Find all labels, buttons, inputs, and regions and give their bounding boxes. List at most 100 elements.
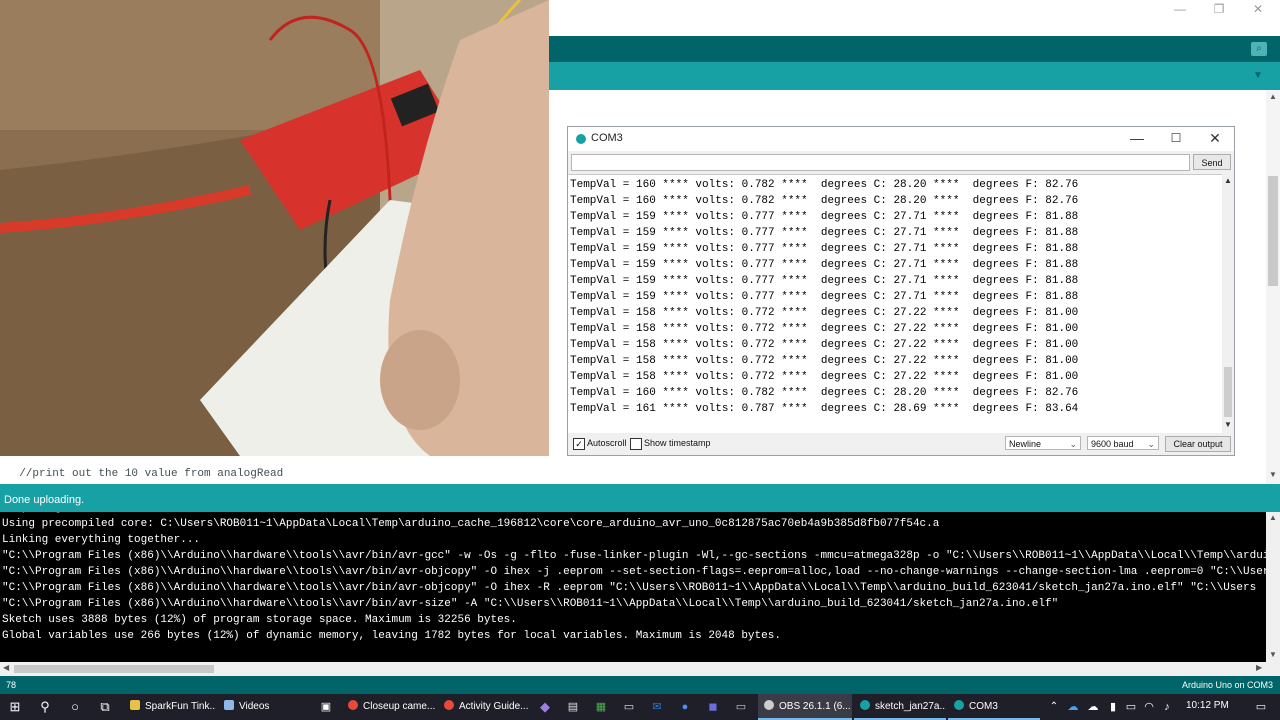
cortana-icon[interactable]: ○	[62, 694, 88, 720]
taskbar-item-sparkfun[interactable]: SparkFun Tink...	[124, 694, 216, 720]
editor-scrollbar[interactable]: ▲ ▼	[1266, 90, 1280, 484]
taskbar-item-label: Closeup came...	[363, 701, 436, 712]
search-icon[interactable]: ⚲	[32, 694, 58, 720]
serial-output-line: TempVal = 158 **** volts: 0.772 **** deg…	[570, 355, 1079, 367]
code-line: //print out the 10 value from analogRead	[6, 468, 284, 480]
baud-rate-select[interactable]: 9600 baud ⌄	[1087, 436, 1159, 450]
console-line: "C:\\Program Files (x86)\\Arduino\\hardw…	[2, 598, 1059, 610]
serial-output-line: TempVal = 159 **** volts: 0.777 **** deg…	[570, 243, 1079, 255]
taskbar-item-closeup-camera[interactable]: Closeup came...	[342, 694, 436, 720]
console-scrollbar[interactable]: ▲ ▼	[1266, 512, 1280, 662]
tab-menu-chevron-icon[interactable]: ▼	[1253, 70, 1263, 81]
taskbar-item-com3[interactable]: COM3	[948, 694, 1040, 720]
serial-send-input[interactable]	[571, 154, 1190, 171]
serial-monitor-icon[interactable]: ⌕	[1251, 42, 1267, 56]
outlook-icon[interactable]: ✉	[646, 694, 668, 720]
chevron-down-icon: ⌄	[1147, 439, 1155, 449]
scroll-up-icon[interactable]: ▲	[1224, 176, 1232, 185]
line-ending-select[interactable]: Newline ⌄	[1005, 436, 1081, 450]
serial-output-area[interactable]: TempVal = 160 **** volts: 0.782 **** deg…	[568, 174, 1222, 433]
scroll-up-icon[interactable]: ▲	[1269, 513, 1277, 522]
obs-icon	[764, 700, 774, 710]
line-ending-value: Newline	[1009, 439, 1042, 449]
scroll-down-icon[interactable]: ▼	[1269, 470, 1277, 479]
line-number: 78	[6, 680, 17, 690]
board-port-label: Arduino Uno on COM3	[1182, 680, 1274, 690]
clear-output-button[interactable]: Clear output	[1165, 436, 1231, 452]
serial-monitor-title-bar: COM3 — ☐ ✕	[568, 127, 1234, 151]
serial-output-line: TempVal = 160 **** volts: 0.782 **** deg…	[570, 179, 1079, 191]
console-line: Sketch uses 3888 bytes (12%) of program …	[2, 614, 517, 626]
serial-output-line: TempVal = 159 **** volts: 0.777 **** deg…	[570, 259, 1079, 271]
show-timestamp-label: Show timestamp	[644, 438, 711, 448]
status-bar: Done uploading.	[0, 484, 1280, 512]
taskbar-item-sketch[interactable]: sketch_jan27a...	[854, 694, 946, 720]
terminal-icon[interactable]: ▭	[618, 694, 640, 720]
serial-output-line: TempVal = 160 **** volts: 0.782 **** deg…	[570, 195, 1079, 207]
volume-icon[interactable]: ♪	[1158, 694, 1176, 720]
notifications-icon[interactable]: ▭	[1250, 694, 1272, 720]
ide-toolbar: ⌕	[549, 36, 1280, 62]
console-horizontal-scroll-thumb[interactable]	[14, 665, 214, 673]
scroll-up-icon[interactable]: ▲	[1269, 92, 1277, 101]
compiler-console[interactable]: Compiling core... Using precompiled core:…	[0, 512, 1266, 662]
taskbar-clock[interactable]: 10:12 PM	[1186, 700, 1229, 711]
chrome-icon	[444, 700, 454, 710]
scroll-down-icon[interactable]: ▼	[1269, 650, 1277, 659]
arduino-board-photo	[0, 0, 549, 456]
taskbar-item-label: COM3	[969, 701, 998, 712]
console-line: Using precompiled core: C:\Users\ROB011~…	[2, 518, 940, 530]
zoom-icon[interactable]: ●	[674, 694, 696, 720]
onedrive-icon[interactable]: ☁	[1064, 694, 1082, 720]
serial-output-line: TempVal = 158 **** volts: 0.772 **** deg…	[570, 371, 1079, 383]
serial-output-scroll-thumb[interactable]	[1224, 367, 1232, 417]
file-icon[interactable]: ▤	[562, 694, 584, 720]
serial-output-line: TempVal = 159 **** volts: 0.777 **** deg…	[570, 291, 1079, 303]
start-icon[interactable]: ⊞	[2, 694, 28, 720]
taskbar-item-label: Videos	[239, 701, 270, 712]
task-view-icon[interactable]: ⧉	[92, 694, 118, 720]
minimize-icon[interactable]: —	[1160, 2, 1200, 18]
minimize-icon[interactable]: —	[1122, 129, 1152, 147]
close-icon[interactable]: ✕	[1238, 2, 1278, 18]
serial-output-line: TempVal = 161 **** volts: 0.787 **** deg…	[570, 403, 1079, 415]
chevron-up-icon[interactable]: ⌃	[1046, 694, 1062, 720]
video-folder-icon	[224, 700, 234, 710]
chevron-down-icon: ⌄	[1069, 439, 1077, 449]
app-icon[interactable]: ▭	[730, 694, 752, 720]
autoscroll-label: Autoscroll	[587, 438, 627, 448]
folder-icon	[130, 700, 140, 710]
maximize-icon[interactable]: ☐	[1161, 129, 1191, 147]
console-line: Compiling core...	[2, 512, 114, 514]
microphone-icon[interactable]: ▮	[1104, 694, 1122, 720]
taskbar-item-label: SparkFun Tink...	[145, 701, 216, 712]
battery-icon[interactable]: ▭	[1122, 694, 1140, 720]
visual-studio-icon[interactable]: ◆	[534, 694, 556, 720]
scroll-right-icon[interactable]: ▶	[1256, 663, 1262, 672]
show-timestamp-checkbox[interactable]	[630, 438, 642, 450]
spreadsheet-icon[interactable]: ▦	[590, 694, 612, 720]
code-editor-visible-area[interactable]: //print out the 10 value from analogRead	[0, 456, 549, 484]
editor-scroll-thumb[interactable]	[1268, 176, 1278, 286]
serial-output-line: TempVal = 159 **** volts: 0.777 **** deg…	[570, 211, 1079, 223]
serial-output-line: TempVal = 158 **** volts: 0.772 **** deg…	[570, 323, 1079, 335]
cloud-icon[interactable]: ☁	[1084, 694, 1102, 720]
arduino-icon	[860, 700, 870, 710]
send-button[interactable]: Send	[1193, 154, 1231, 170]
camera-feed-image	[0, 0, 549, 456]
window-title: COM3	[591, 132, 623, 144]
teams-icon[interactable]: ◼	[702, 694, 724, 720]
scroll-left-icon[interactable]: ◀	[3, 663, 9, 672]
taskbar-item-activity-guide[interactable]: Activity Guide...	[438, 694, 532, 720]
chrome-icon	[348, 700, 358, 710]
maximize-icon[interactable]: ❐	[1199, 2, 1239, 18]
taskbar-item-videos[interactable]: Videos	[218, 694, 310, 720]
close-icon[interactable]: ✕	[1200, 129, 1230, 147]
console-line: "C:\\Program Files (x86)\\Arduino\\hardw…	[2, 550, 1266, 562]
store-icon[interactable]: ▣	[314, 694, 338, 720]
taskbar-item-obs[interactable]: OBS 26.1.1 (6...	[758, 694, 852, 720]
scroll-down-icon[interactable]: ▼	[1224, 420, 1232, 429]
wifi-icon[interactable]: ◠	[1140, 694, 1158, 720]
autoscroll-checkbox[interactable]: ✓	[573, 438, 585, 450]
taskbar-item-label: sketch_jan27a...	[875, 701, 946, 712]
